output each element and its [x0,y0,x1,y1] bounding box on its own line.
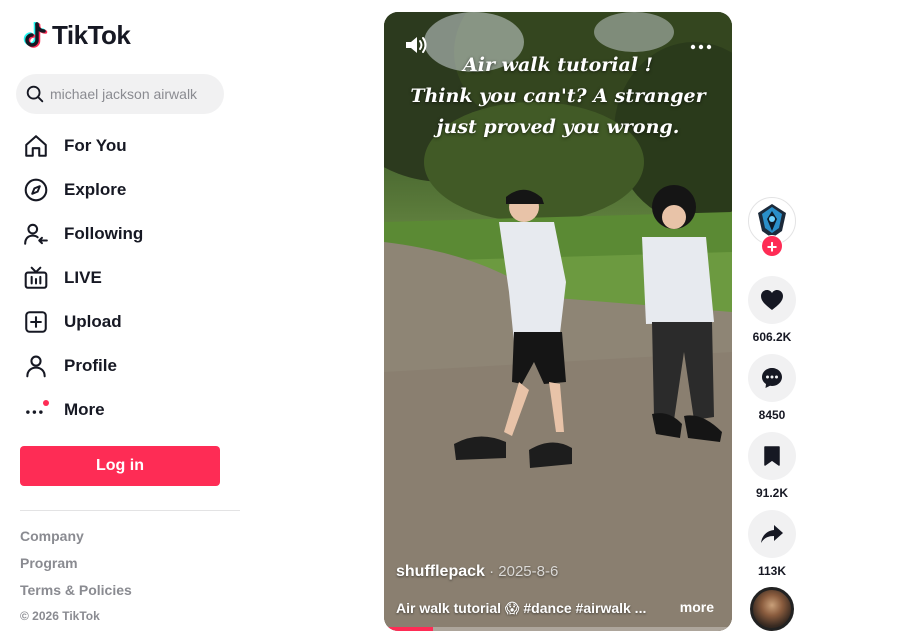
copyright: © 2026 TikTok [20,609,100,623]
save-button[interactable] [748,432,796,480]
share-button[interactable] [748,510,796,558]
nav-label: For You [64,136,127,155]
nav-item-explore[interactable]: Explore [20,168,240,212]
following-icon [22,220,50,248]
tiktok-logo[interactable]: TikTok [22,20,131,51]
comment-icon [762,368,782,388]
tiktok-note-icon [23,21,48,48]
sidebar-footer: Company Program Terms & Policies © 2026 … [20,528,132,623]
nav-item-for-you[interactable]: For You [20,124,240,168]
video-progress-bar[interactable] [384,627,732,631]
more-dots-icon [22,396,50,424]
nav-label: Explore [64,180,127,199]
video-player[interactable]: Air walk tutorial ! Think you can't? A s… [384,12,732,631]
nav-label: LIVE [64,268,102,287]
share-count: 113K [757,564,787,578]
footer-link-program[interactable]: Program [20,555,132,582]
nav-item-following[interactable]: Following [20,212,240,256]
post-date: 2025-8-6 [498,563,559,580]
home-icon [22,132,50,160]
login-button[interactable]: Log in [20,446,220,486]
comment-count: 8450 [758,408,786,422]
upload-plus-icon [22,308,50,336]
comment-action: 8450 [748,354,796,422]
profile-icon [22,352,50,380]
footer-link-terms[interactable]: Terms & Policies [20,582,132,609]
sidebar-divider [20,510,240,511]
save-count: 91.2K [755,486,789,500]
nav-label: Following [64,224,144,243]
logo-text: TikTok [52,20,131,50]
share-action: 113K [748,510,796,578]
nav-item-live[interactable]: LIVE [20,256,240,300]
notification-dot [43,400,49,406]
description-more-button[interactable]: more [680,599,714,615]
like-action: 606.2K [748,276,796,344]
search-input[interactable] [50,86,220,102]
nav-label: Upload [64,312,122,331]
save-action: 91.2K [748,432,796,500]
nav-item-profile[interactable]: Profile [20,344,240,388]
more-horizontal-icon [690,44,712,50]
search-box[interactable] [16,74,224,114]
music-disc-avatar[interactable] [750,587,794,631]
date-separator: · [484,563,499,580]
sidebar: TikTok For You Explore Following [0,0,250,631]
creator-avatar[interactable]: + [748,197,796,257]
like-button[interactable] [748,276,796,324]
video-description: Air walk tutorial 😱 #dance #airwalk ... [396,600,647,616]
heart-icon [761,290,783,310]
nav-item-more[interactable]: More [20,388,240,432]
like-count: 606.2K [752,330,792,344]
progress-fill [384,627,433,631]
footer-link-company[interactable]: Company [20,528,132,555]
live-tv-icon [22,264,50,292]
nav-label: More [64,400,105,419]
caption-line: Think you can't? A stranger [410,85,706,107]
video-options-button[interactable] [690,38,712,56]
action-rail: + 606.2K 8450 91.2K 113K [748,197,796,578]
comment-button[interactable] [748,354,796,402]
compass-icon [22,176,50,204]
video-author-line: shufflepack · 2025-8-6 [396,563,558,581]
caption-line: just proved you wrong. [436,116,680,138]
main-nav: For You Explore Following LIVE Upload Pr… [20,124,240,432]
nav-label: Profile [64,356,117,375]
volume-button[interactable] [404,34,430,61]
nav-item-upload[interactable]: Upload [20,300,240,344]
volume-icon [406,37,427,53]
author-name[interactable]: shufflepack [396,563,485,580]
bookmark-icon [764,446,780,466]
caption-line: Air walk tutorial ! [463,54,653,76]
search-icon [26,85,44,103]
follow-plus-button[interactable]: + [761,235,783,257]
share-arrow-icon [761,525,783,543]
video-caption-overlay: Air walk tutorial ! Think you can't? A s… [384,50,732,143]
